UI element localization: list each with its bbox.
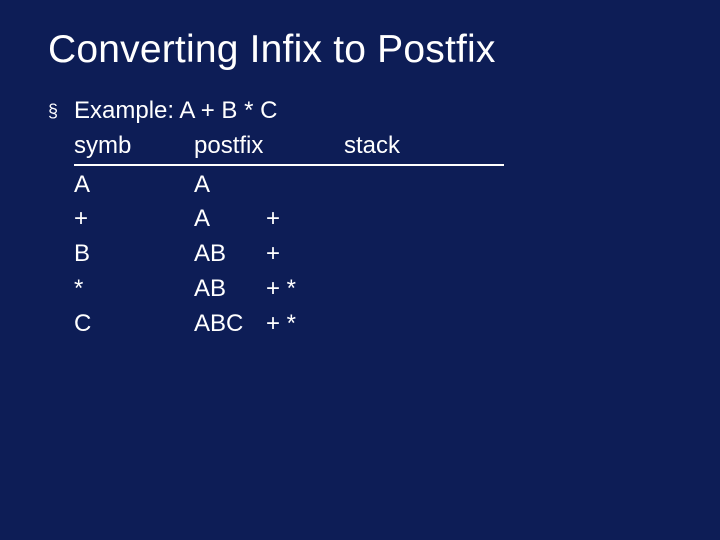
cell-postfix: A [194, 168, 266, 203]
table-row: B AB + [48, 237, 672, 272]
cell-stack: + [266, 202, 344, 237]
table-row: + A + [48, 202, 672, 237]
cell-symb: C [74, 307, 194, 342]
data-row: + A + [74, 202, 344, 237]
cell-stack: + [266, 237, 344, 272]
header-underline: symb postfix stack [74, 129, 504, 166]
data-row: * AB + * [74, 272, 344, 307]
data-row: B AB + [74, 237, 344, 272]
header-postfix: postfix [194, 129, 344, 164]
table-row: A A [48, 168, 672, 203]
slide-body: § Example: A + B * C symb postfix stack … [48, 94, 672, 342]
data-row: C ABC + * [74, 307, 344, 342]
cell-symb: A [74, 168, 194, 203]
example-line: § Example: A + B * C [48, 94, 672, 129]
cell-symb: * [74, 272, 194, 307]
table-row: C ABC + * [48, 307, 672, 342]
cell-postfix: AB [194, 272, 266, 307]
cell-stack: + * [266, 272, 344, 307]
cell-postfix: AB [194, 237, 266, 272]
header-stack: stack [344, 129, 504, 164]
example-text: Example: A + B * C [74, 94, 277, 129]
cell-stack [266, 168, 344, 203]
cell-stack: + * [266, 307, 344, 342]
table-row: * AB + * [48, 272, 672, 307]
cell-postfix: ABC [194, 307, 266, 342]
data-row: A A [74, 168, 344, 203]
slide: Converting Infix to Postfix § Example: A… [0, 0, 720, 540]
slide-title: Converting Infix to Postfix [48, 28, 672, 72]
trace-table: A A + A + B AB + [48, 168, 672, 342]
table-header-row: symb postfix stack [48, 129, 672, 166]
cell-postfix: A [194, 202, 266, 237]
header-symb: symb [74, 129, 194, 164]
cell-symb: B [74, 237, 194, 272]
cell-symb: + [74, 202, 194, 237]
bullet-icon: § [48, 94, 74, 124]
